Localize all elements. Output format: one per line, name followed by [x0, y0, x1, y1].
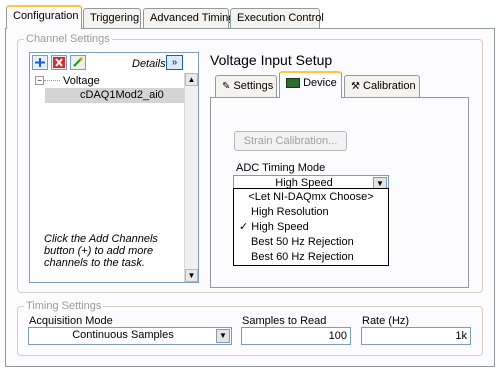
voltage-setup-title: Voltage Input Setup: [210, 52, 333, 68]
double-chevron-right-icon: »: [171, 57, 178, 68]
tab-triggering[interactable]: Triggering: [83, 8, 141, 28]
option-best-50hz[interactable]: Best 50 Hz Rejection: [234, 235, 405, 250]
timing-settings-title: Timing Settings: [24, 300, 104, 312]
plus-icon: [35, 58, 45, 67]
tab-label: Advanced Timing: [150, 12, 235, 24]
acquisition-mode-value: Continuous Samples: [72, 329, 174, 341]
details-label: Details: [132, 58, 166, 70]
channel-settings-title: Channel Settings: [24, 33, 112, 45]
settings-icon: ✎: [222, 81, 231, 92]
subtab-settings[interactable]: ✎ Settings: [215, 75, 277, 97]
details-expand-button[interactable]: »: [166, 55, 183, 70]
tab-label: Triggering: [90, 12, 140, 24]
acquisition-mode-select[interactable]: Continuous Samples ▼: [28, 327, 232, 345]
option-label: Best 50 Hz Rejection: [251, 236, 354, 248]
tree-connector: [44, 80, 60, 81]
subtab-label: Settings: [233, 80, 274, 92]
tab-configuration[interactable]: Configuration: [6, 5, 82, 29]
rate-field[interactable]: 1k: [361, 327, 471, 345]
calibration-icon: ⚒: [351, 81, 360, 92]
rate-label: Rate (Hz): [362, 315, 410, 327]
option-label: High Speed: [251, 221, 309, 233]
option-let-daqmx-choose[interactable]: <Let NI-DAQmx Choose>: [234, 190, 388, 205]
scroll-down-icon[interactable]: ▼: [185, 269, 198, 282]
chevron-down-icon[interactable]: ▼: [216, 329, 230, 343]
device-icon: [286, 78, 300, 89]
remove-channel-button[interactable]: [51, 55, 67, 70]
subtab-device[interactable]: Device: [279, 71, 342, 98]
tab-label: Configuration: [13, 10, 79, 22]
tab-label: Execution Control: [237, 12, 324, 24]
checkmark-icon: ✓: [239, 221, 249, 233]
samples-to-read-field[interactable]: 100: [241, 327, 351, 345]
acquisition-mode-label: Acquisition Mode: [29, 315, 113, 327]
add-channel-button[interactable]: [32, 55, 48, 70]
option-label: Best 60 Hz Rejection: [251, 251, 354, 263]
channel-name: cDAQ1Mod2_ai0: [80, 89, 164, 101]
tree-item-channel[interactable]: cDAQ1Mod2_ai0: [45, 88, 185, 103]
delete-x-icon: [53, 57, 65, 68]
wand-icon: [72, 57, 84, 68]
subtab-label: Device: [303, 77, 337, 89]
option-label: <Let NI-DAQmx Choose>: [248, 191, 374, 203]
option-best-60hz[interactable]: Best 60 Hz Rejection: [234, 250, 405, 265]
option-high-speed[interactable]: ✓ High Speed: [234, 220, 393, 235]
channel-list-scrollbar[interactable]: ▲ ▼: [184, 73, 198, 282]
channel-list[interactable]: Details » − Voltage cDAQ1Mod2_ai0 Click …: [29, 52, 199, 283]
subtab-label: Calibration: [363, 80, 416, 92]
option-label: High Resolution: [251, 206, 329, 218]
strain-calibration-button[interactable]: Strain Calibration...: [234, 131, 347, 151]
tab-advanced-timing[interactable]: Advanced Timing: [143, 8, 234, 28]
option-high-resolution[interactable]: High Resolution: [234, 205, 405, 220]
help-text: Click the Add Channels button (+) to add…: [44, 233, 158, 269]
tree-group-voltage[interactable]: Voltage: [63, 75, 100, 87]
adc-timing-label: ADC Timing Mode: [236, 162, 326, 174]
adc-timing-dropdown[interactable]: <Let NI-DAQmx Choose> High Resolution ✓ …: [233, 188, 389, 266]
collapse-toggle[interactable]: −: [35, 76, 44, 85]
scroll-up-icon[interactable]: ▲: [185, 73, 198, 86]
samples-to-read-label: Samples to Read: [242, 315, 327, 327]
subtab-calibration[interactable]: ⚒ Calibration: [344, 75, 420, 97]
tab-execution-control[interactable]: Execution Control: [230, 8, 324, 28]
channel-properties-button[interactable]: [70, 55, 86, 70]
